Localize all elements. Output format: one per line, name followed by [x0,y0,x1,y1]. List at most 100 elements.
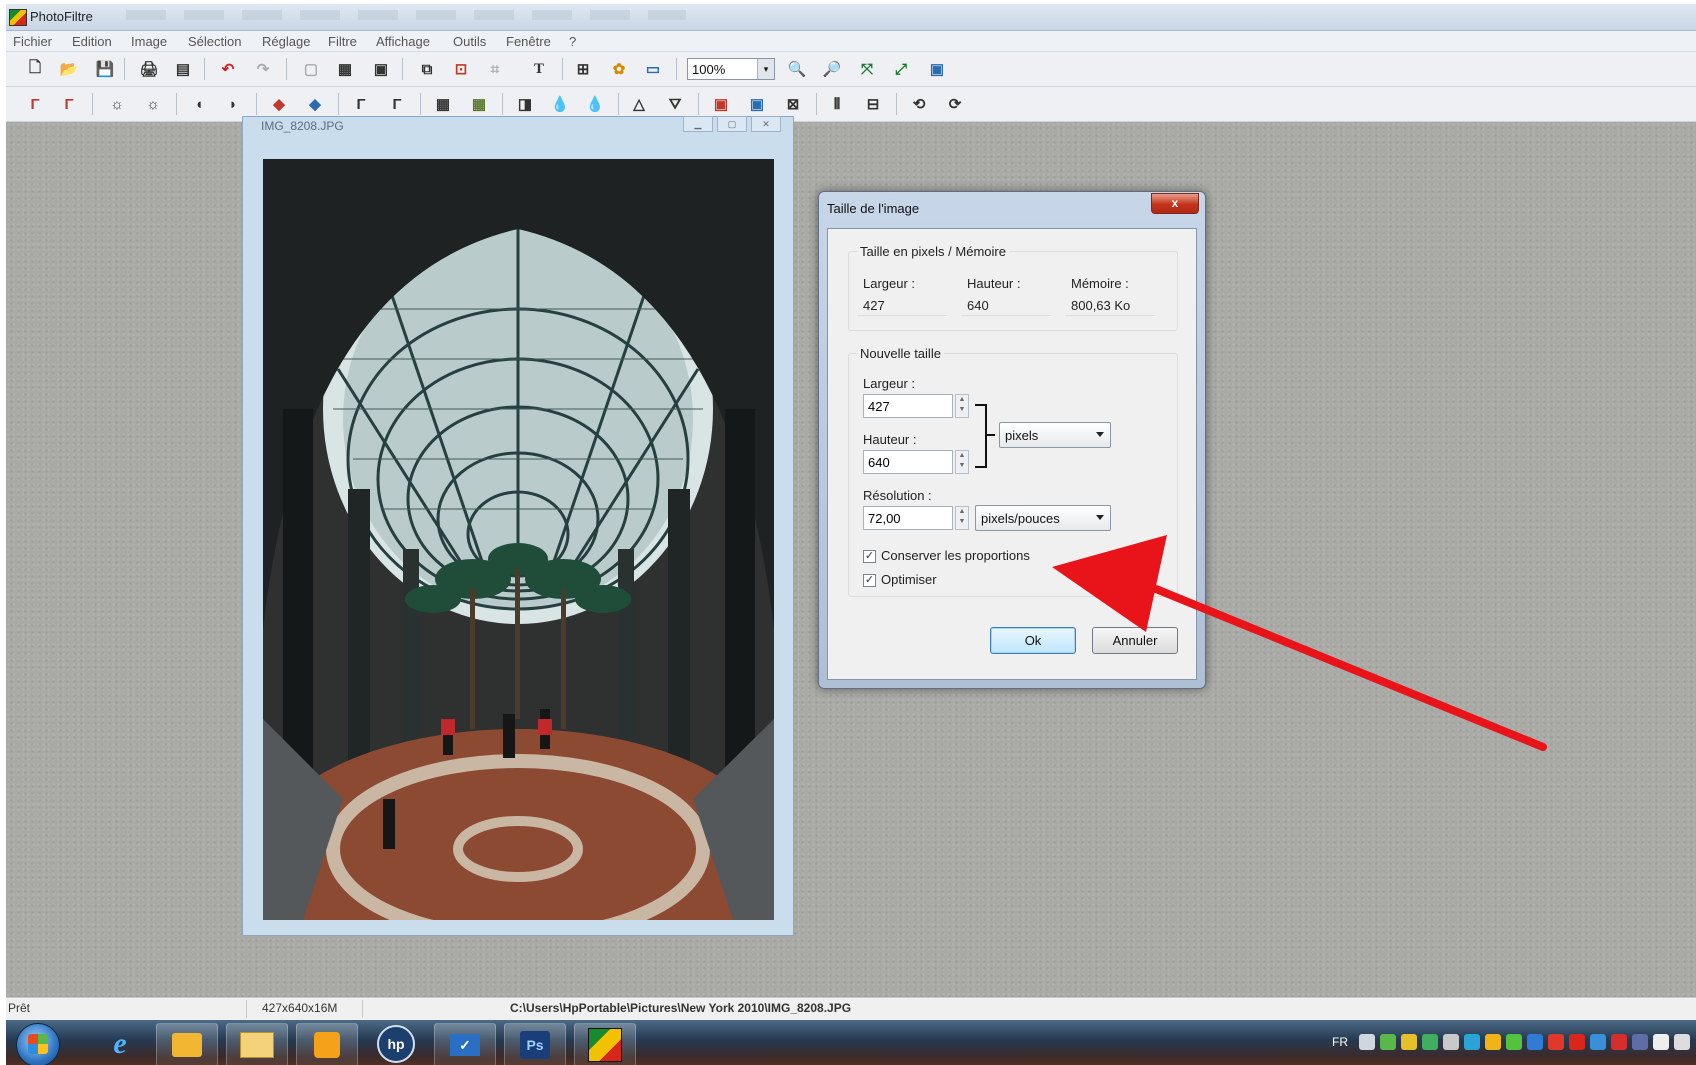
main-toolbar: 🗋 📂 💾 🖨 ▤ ↶ ↷ ▢ ▦ ▣ ⧉ ⊡ ⌗ T ⊞ ✿ ▭ 100% ▾… [6,52,1696,87]
system-tray: FR [1332,1034,1690,1050]
undo-icon[interactable]: ↶ [217,59,239,79]
text-tool-icon[interactable]: T [528,59,550,79]
gamma-minus-icon[interactable]: Γ [350,94,372,114]
status-image-info: 427x640x16M [262,1001,338,1015]
language-indicator[interactable]: FR [1332,1035,1348,1049]
toolbar-separator [502,93,503,115]
canvas-size-icon[interactable]: ⊡ [450,59,472,79]
explorer-icon[interactable]: ⊞ [572,59,594,79]
amd-icon[interactable] [1611,1034,1627,1050]
volume-icon[interactable] [1443,1034,1459,1050]
file-explorer-icon[interactable] [226,1023,288,1065]
soften-icon[interactable]: 💧 [549,94,571,114]
alert-icon[interactable] [1569,1034,1585,1050]
sepia-icon[interactable]: ▦ [468,94,490,114]
start-orb[interactable] [16,1023,60,1065]
update-icon[interactable] [1506,1034,1522,1050]
toolbar-separator [286,58,287,80]
copy-icon[interactable]: ▢ [300,59,322,79]
menu-image[interactable]: Image [131,34,167,49]
toolbar-separator [618,93,619,115]
signal-icon[interactable] [1380,1034,1396,1050]
flip-horizontal-icon[interactable]: ⫴ [826,94,848,114]
window-icon[interactable]: ▭ [642,59,664,79]
menu-help[interactable]: ? [569,34,576,49]
network-icon[interactable] [1401,1034,1417,1050]
menu-affichage[interactable]: Affichage [376,34,430,49]
sync-icon[interactable] [1464,1034,1480,1050]
transform-icon[interactable]: ⊠ [782,94,804,114]
power-icon[interactable] [1674,1034,1690,1050]
workspace: IMG_8208.JPG ▁ ▢ ✕ Taille de l'image x T… [6,116,1696,997]
rotate-right-icon[interactable]: ⟳ [944,94,966,114]
print-icon[interactable]: 🖨 [138,59,160,79]
drop-icon[interactable]: ⛛ [664,94,686,114]
internet-explorer-icon[interactable]: e [90,1023,150,1065]
effects-icon[interactable]: ✿ [608,59,630,79]
zoom-out-icon[interactable]: 🔎 [821,59,843,79]
menu-bar: Fichier Edition Image Sélection Réglage … [6,31,1696,52]
rotate-left-icon[interactable]: ⟲ [908,94,930,114]
fullscreen-icon[interactable]: ▣ [926,59,948,79]
toolbar-separator [256,93,257,115]
outlook-icon[interactable] [156,1023,218,1065]
color-adjust-icon[interactable]: ▣ [710,94,732,114]
menu-edition[interactable]: Edition [72,34,112,49]
zoom-select[interactable]: 100% ▾ [687,58,775,80]
flip-vertical-icon[interactable]: ⊟ [862,94,884,114]
flag-icon[interactable] [1653,1034,1669,1050]
triangle-icon[interactable]: △ [628,94,650,114]
image-size-icon[interactable]: ⧉ [416,59,438,79]
toolbar-separator [204,58,205,80]
brightness-minus-icon[interactable]: ☼ [106,94,128,114]
hp-icon[interactable]: hp [366,1023,426,1065]
menu-fenetre[interactable]: Fenêtre [506,34,551,49]
sharpen-icon[interactable]: 💧 [584,94,606,114]
paste-icon[interactable]: ▣ [370,59,392,79]
menu-filtre[interactable]: Filtre [328,34,357,49]
auto-levels-icon[interactable]: Γ [24,94,46,114]
bluetooth-icon[interactable] [1527,1034,1543,1050]
media-player-icon[interactable] [296,1023,358,1065]
fit-window-icon[interactable]: ⤧ [856,59,878,79]
toolbar-separator [896,93,897,115]
open-folder-icon[interactable]: 📂 [58,59,80,79]
gamma-plus-icon[interactable]: Γ [386,94,408,114]
contrast-plus-icon[interactable]: ◗ [222,94,244,114]
toolbar-separator [562,58,563,80]
checkmark-app-icon[interactable]: ✓ [434,1023,496,1065]
zoom-in-icon[interactable]: 🔍 [786,59,808,79]
redo-icon[interactable]: ↷ [252,59,274,79]
chevron-down-icon[interactable]: ▾ [757,59,774,79]
notification-icon[interactable] [1485,1034,1501,1050]
toolbar-separator [676,58,677,80]
photofiltre-icon[interactable] [574,1023,636,1065]
contrast-minus-icon[interactable]: ◖ [188,94,210,114]
menu-outils[interactable]: Outils [453,34,486,49]
color-grid-icon[interactable]: ▦ [334,59,356,79]
new-file-icon[interactable]: 🗋 [24,59,46,79]
toolbar-separator [338,93,339,115]
blur-icon[interactable]: ◨ [514,94,536,114]
replace-color-icon[interactable]: ▣ [746,94,768,114]
monitor-icon[interactable] [1632,1034,1648,1050]
windows-taskbar: e hp ✓ Ps FR [6,1020,1696,1065]
save-icon[interactable]: 💾 [94,59,116,79]
display-icon[interactable] [1590,1034,1606,1050]
grayscale-icon[interactable]: ▦ [432,94,454,114]
antivirus-icon[interactable] [1548,1034,1564,1050]
menu-fichier[interactable]: Fichier [13,34,52,49]
status-state: Prêt [8,1001,31,1015]
scan-icon[interactable]: ▤ [172,59,194,79]
actual-size-icon[interactable]: ⤢ [890,59,912,79]
brightness-plus-icon[interactable]: ☼ [142,94,164,114]
crop-icon[interactable]: ⌗ [484,59,506,79]
menu-selection[interactable]: Sélection [188,34,241,49]
saturation-plus-icon[interactable]: ◆ [304,94,326,114]
saturation-minus-icon[interactable]: ◆ [268,94,290,114]
menu-reglage[interactable]: Réglage [262,34,310,49]
auto-contrast-icon[interactable]: Γ [58,94,80,114]
photoshop-icon[interactable]: Ps [504,1023,566,1065]
security-icon[interactable] [1422,1034,1438,1050]
keyboard-icon[interactable] [1359,1034,1375,1050]
